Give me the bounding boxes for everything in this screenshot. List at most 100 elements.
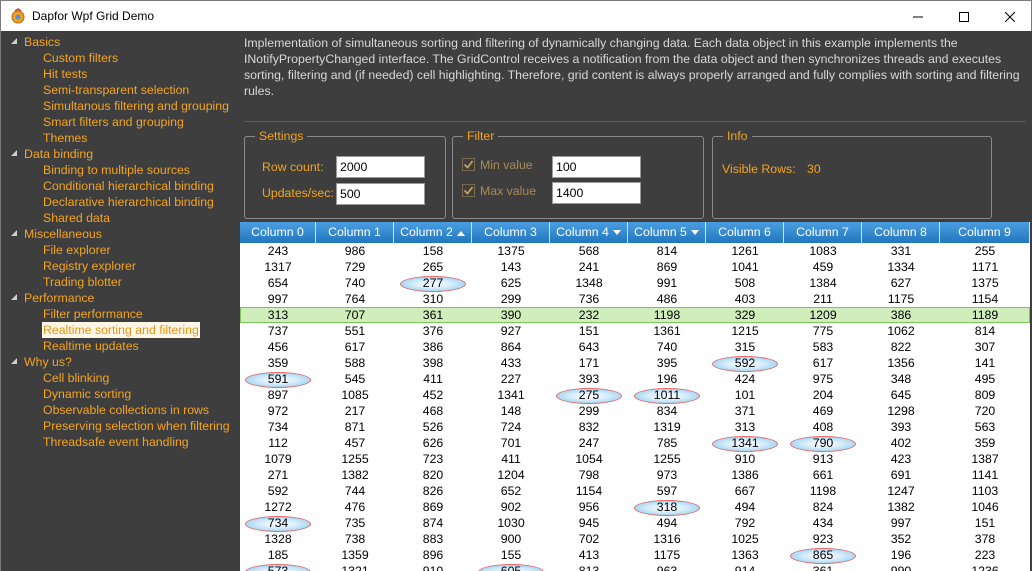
expand-arrow-icon[interactable] xyxy=(10,354,20,370)
table-cell[interactable]: 1154 xyxy=(550,483,628,499)
table-row[interactable]: 997 764 310 299 736 486 403 211 1175 1154 xyxy=(240,291,1030,307)
table-cell[interactable]: 592 xyxy=(706,355,784,371)
table-cell[interactable]: 331 xyxy=(862,243,940,259)
table-cell[interactable]: 869 xyxy=(628,259,706,275)
table-cell[interactable]: 583 xyxy=(784,339,862,355)
table-cell[interactable]: 1272 xyxy=(240,499,316,515)
table-row[interactable]: 972 217 468 148 299 834 371 469 1298 720 xyxy=(240,403,1030,419)
table-cell[interactable]: 378 xyxy=(940,531,1030,547)
table-cell[interactable]: 143 xyxy=(472,259,550,275)
table-cell[interactable]: 545 xyxy=(316,371,394,387)
table-cell[interactable]: 329 xyxy=(706,307,784,323)
table-cell[interactable]: 313 xyxy=(240,307,316,323)
table-row[interactable]: 359 588 398 433 171 395 592 617 1356 141 xyxy=(240,355,1030,371)
table-cell[interactable]: 241 xyxy=(550,259,628,275)
tree-item[interactable]: Threadsafe event handling xyxy=(42,434,190,450)
table-cell[interactable]: 1261 xyxy=(706,243,784,259)
table-cell[interactable]: 1341 xyxy=(706,435,784,451)
table-cell[interactable]: 798 xyxy=(550,467,628,483)
table-cell[interactable]: 707 xyxy=(316,307,394,323)
table-cell[interactable]: 720 xyxy=(940,403,1030,419)
table-cell[interactable]: 973 xyxy=(628,467,706,483)
table-cell[interactable]: 1334 xyxy=(862,259,940,275)
table-cell[interactable]: 376 xyxy=(394,323,472,339)
table-cell[interactable]: 424 xyxy=(706,371,784,387)
table-cell[interactable]: 910 xyxy=(394,563,472,571)
table-cell[interactable]: 371 xyxy=(706,403,784,419)
table-cell[interactable]: 359 xyxy=(940,435,1030,451)
table-cell[interactable]: 785 xyxy=(628,435,706,451)
table-cell[interactable]: 568 xyxy=(550,243,628,259)
table-cell[interactable]: 914 xyxy=(706,563,784,571)
table-cell[interactable]: 625 xyxy=(472,275,550,291)
table-cell[interactable]: 1361 xyxy=(628,323,706,339)
table-cell[interactable]: 271 xyxy=(240,467,316,483)
table-row[interactable]: 456 617 386 864 643 740 315 583 822 307 xyxy=(240,339,1030,355)
data-grid[interactable]: Column 0 Column 1 Column 2 Column 3 Column 4… xyxy=(240,222,1030,571)
tree-item[interactable]: Registry explorer xyxy=(42,258,137,274)
max-value-checkbox[interactable] xyxy=(462,184,475,197)
table-row[interactable]: 1272 476 869 902 956 318 494 824 1382 1046 xyxy=(240,499,1030,515)
table-cell[interactable]: 1375 xyxy=(472,243,550,259)
table-cell[interactable]: 359 xyxy=(240,355,316,371)
tree-item[interactable]: Shared data xyxy=(42,210,111,226)
table-cell[interactable]: 597 xyxy=(628,483,706,499)
table-cell[interactable]: 1030 xyxy=(472,515,550,531)
table-cell[interactable]: 526 xyxy=(394,419,472,435)
table-row[interactable]: 1328 738 883 900 702 1316 1025 923 352 378 xyxy=(240,531,1030,547)
table-cell[interactable]: 318 xyxy=(628,499,706,515)
table-cell[interactable]: 1046 xyxy=(940,499,1030,515)
table-cell[interactable]: 223 xyxy=(940,547,1030,563)
table-cell[interactable]: 734 xyxy=(240,419,316,435)
column-header-4[interactable]: Column 4 xyxy=(550,222,628,243)
table-cell[interactable]: 255 xyxy=(940,243,1030,259)
table-cell[interactable]: 740 xyxy=(316,275,394,291)
table-row[interactable]: 271 1382 820 1204 798 973 1386 661 691 1141 xyxy=(240,467,1030,483)
tree-item[interactable]: Cell blinking xyxy=(42,370,110,386)
table-cell[interactable]: 869 xyxy=(394,499,472,515)
table-cell[interactable]: 997 xyxy=(862,515,940,531)
table-cell[interactable]: 299 xyxy=(472,291,550,307)
table-cell[interactable]: 963 xyxy=(628,563,706,571)
table-cell[interactable]: 1363 xyxy=(706,547,784,563)
table-cell[interactable]: 1085 xyxy=(316,387,394,403)
table-cell[interactable]: 386 xyxy=(862,307,940,323)
table-row[interactable]: 112 457 626 701 247 785 1341 790 402 359 xyxy=(240,435,1030,451)
table-cell[interactable]: 247 xyxy=(550,435,628,451)
column-header-6[interactable]: Column 6 xyxy=(706,222,784,243)
table-cell[interactable]: 896 xyxy=(394,547,472,563)
table-cell[interactable]: 232 xyxy=(550,307,628,323)
table-cell[interactable]: 910 xyxy=(706,451,784,467)
tree-item[interactable]: Realtime sorting and filtering xyxy=(42,322,200,338)
table-cell[interactable]: 1384 xyxy=(784,275,862,291)
table-cell[interactable]: 151 xyxy=(550,323,628,339)
tree-item[interactable]: Smart filters and grouping xyxy=(42,114,185,130)
table-cell[interactable]: 551 xyxy=(316,323,394,339)
min-value-input[interactable] xyxy=(552,156,641,178)
table-cell[interactable]: 900 xyxy=(472,531,550,547)
table-cell[interactable]: 459 xyxy=(784,259,862,275)
tree-item[interactable]: Preserving selection when filtering xyxy=(42,418,231,434)
table-cell[interactable]: 299 xyxy=(550,403,628,419)
table-row[interactable]: 591 545 411 227 393 196 424 975 348 495 xyxy=(240,371,1030,387)
table-row[interactable]: 573 1321 910 605 813 963 914 361 990 1236 xyxy=(240,563,1030,571)
table-cell[interactable]: 1171 xyxy=(940,259,1030,275)
table-cell[interactable]: 1382 xyxy=(862,499,940,515)
column-header-0[interactable]: Column 0 xyxy=(240,222,316,243)
row-count-input[interactable] xyxy=(336,156,425,178)
tree-item[interactable]: Simultanous filtering and grouping xyxy=(42,98,230,114)
table-cell[interactable]: 393 xyxy=(862,419,940,435)
table-cell[interactable]: 1356 xyxy=(862,355,940,371)
table-cell[interactable]: 617 xyxy=(784,355,862,371)
tree-item[interactable]: Binding to multiple sources xyxy=(42,162,191,178)
tree-item[interactable]: Observable collections in rows xyxy=(42,402,210,418)
table-cell[interactable]: 814 xyxy=(940,323,1030,339)
table-cell[interactable]: 1255 xyxy=(316,451,394,467)
column-header-2[interactable]: Column 2 xyxy=(394,222,472,243)
table-cell[interactable]: 729 xyxy=(316,259,394,275)
table-cell[interactable]: 211 xyxy=(784,291,862,307)
table-cell[interactable]: 691 xyxy=(862,467,940,483)
table-cell[interactable]: 809 xyxy=(940,387,1030,403)
table-cell[interactable]: 158 xyxy=(394,243,472,259)
table-cell[interactable]: 1054 xyxy=(550,451,628,467)
